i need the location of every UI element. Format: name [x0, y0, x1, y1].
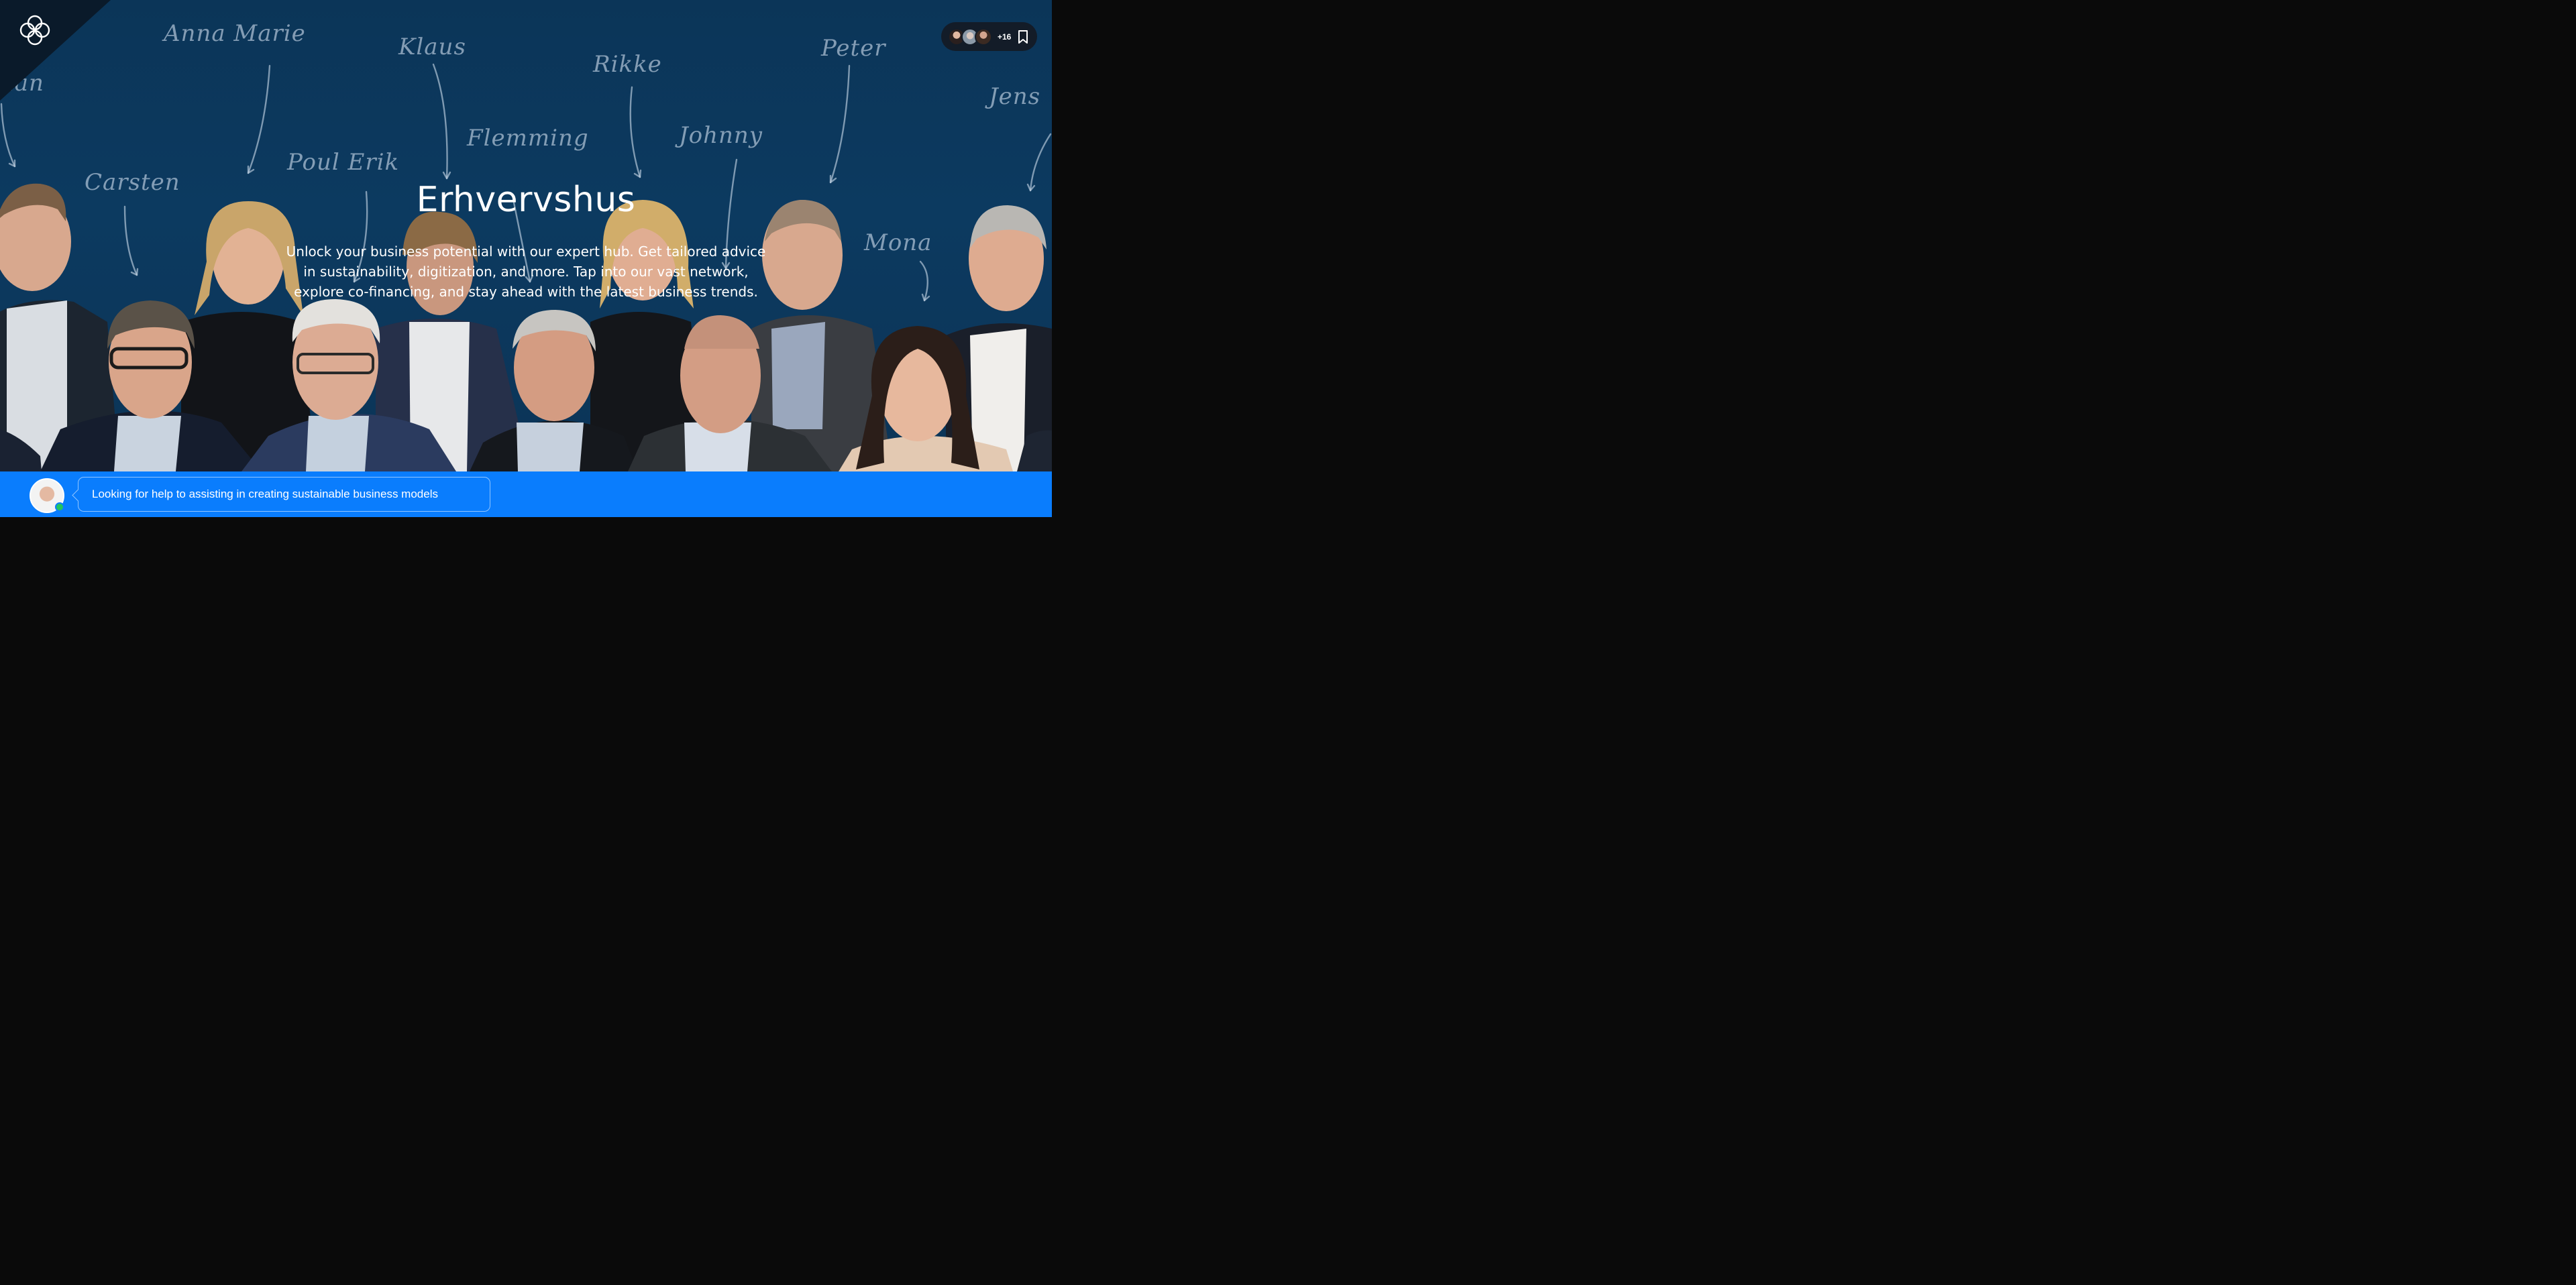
chat-message-bubble[interactable]: Looking for help to assisting in creatin… [78, 477, 490, 512]
bookmark-icon[interactable] [1016, 30, 1030, 44]
avatar [975, 27, 992, 46]
team-avatars-pill[interactable]: +16 [941, 22, 1037, 51]
page-title: Erhvervshus [416, 180, 636, 220]
flower-logo-icon[interactable] [18, 13, 52, 47]
hero-content: Erhvervshus Unlock your business potenti… [268, 181, 784, 302]
avatar-overflow-count: +16 [998, 32, 1012, 42]
bottom-strip [0, 517, 1052, 524]
hero-subtitle: Unlock your business potential with our … [286, 243, 766, 300]
chat-bar: Looking for help to assisting in creatin… [0, 471, 1052, 517]
chat-message-text: Looking for help to assisting in creatin… [92, 488, 438, 500]
hero-banner: llan Anna Marie Klaus Rikke Peter Jens C… [0, 0, 1052, 471]
corner-shade [0, 0, 111, 101]
online-status-dot [55, 502, 64, 512]
